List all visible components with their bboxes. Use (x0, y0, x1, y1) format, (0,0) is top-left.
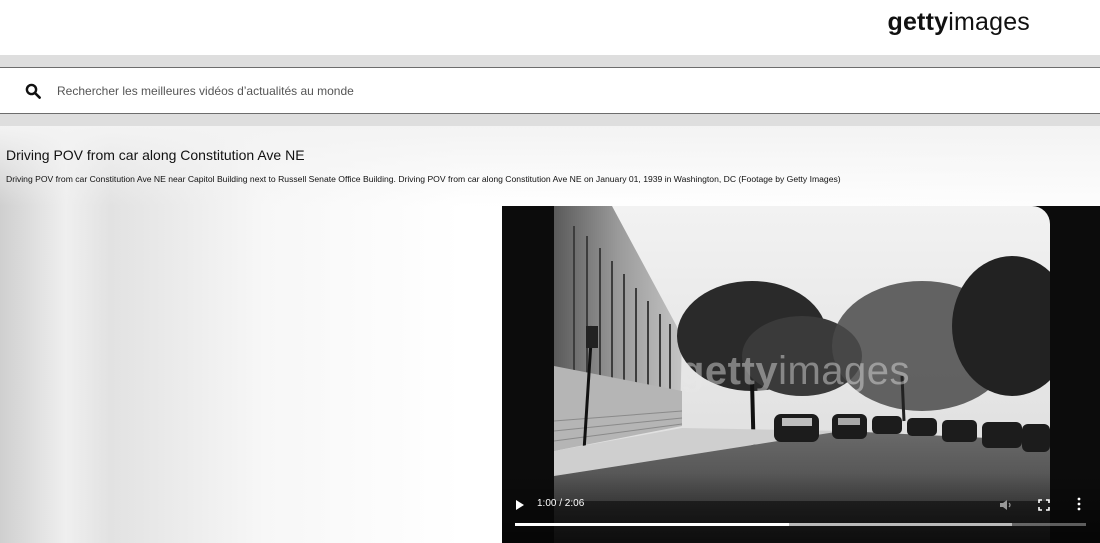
divider-band-top (0, 55, 1100, 67)
video-player[interactable]: gettyimages 1:00 / 2:06 (502, 206, 1100, 543)
divider-band-bottom (0, 114, 1100, 126)
search-input[interactable] (57, 81, 957, 101)
video-description: Driving POV from car Constitution Ave NE… (6, 174, 841, 184)
video-detail-section: Driving POV from car along Constitution … (0, 126, 1100, 543)
search-icon[interactable] (25, 83, 41, 99)
video-title: Driving POV from car along Constitution … (6, 147, 305, 163)
more-vertical-icon[interactable] (1076, 497, 1082, 511)
video-progress-bar[interactable] (515, 523, 1086, 526)
logo-bold-text: getty (887, 8, 949, 36)
logo-light-text: images (948, 8, 1030, 36)
gettyimages-logo[interactable]: gettyimages (887, 8, 1030, 37)
fullscreen-icon[interactable] (1038, 499, 1050, 511)
volume-icon[interactable] (999, 499, 1013, 511)
search-bar (0, 67, 1100, 114)
video-time: 1:00 / 2:06 (537, 498, 585, 509)
video-watermark: gettyimages (680, 349, 911, 393)
header: gettyimages (0, 0, 1100, 55)
progress-played (515, 523, 790, 526)
play-icon[interactable] (515, 499, 525, 511)
